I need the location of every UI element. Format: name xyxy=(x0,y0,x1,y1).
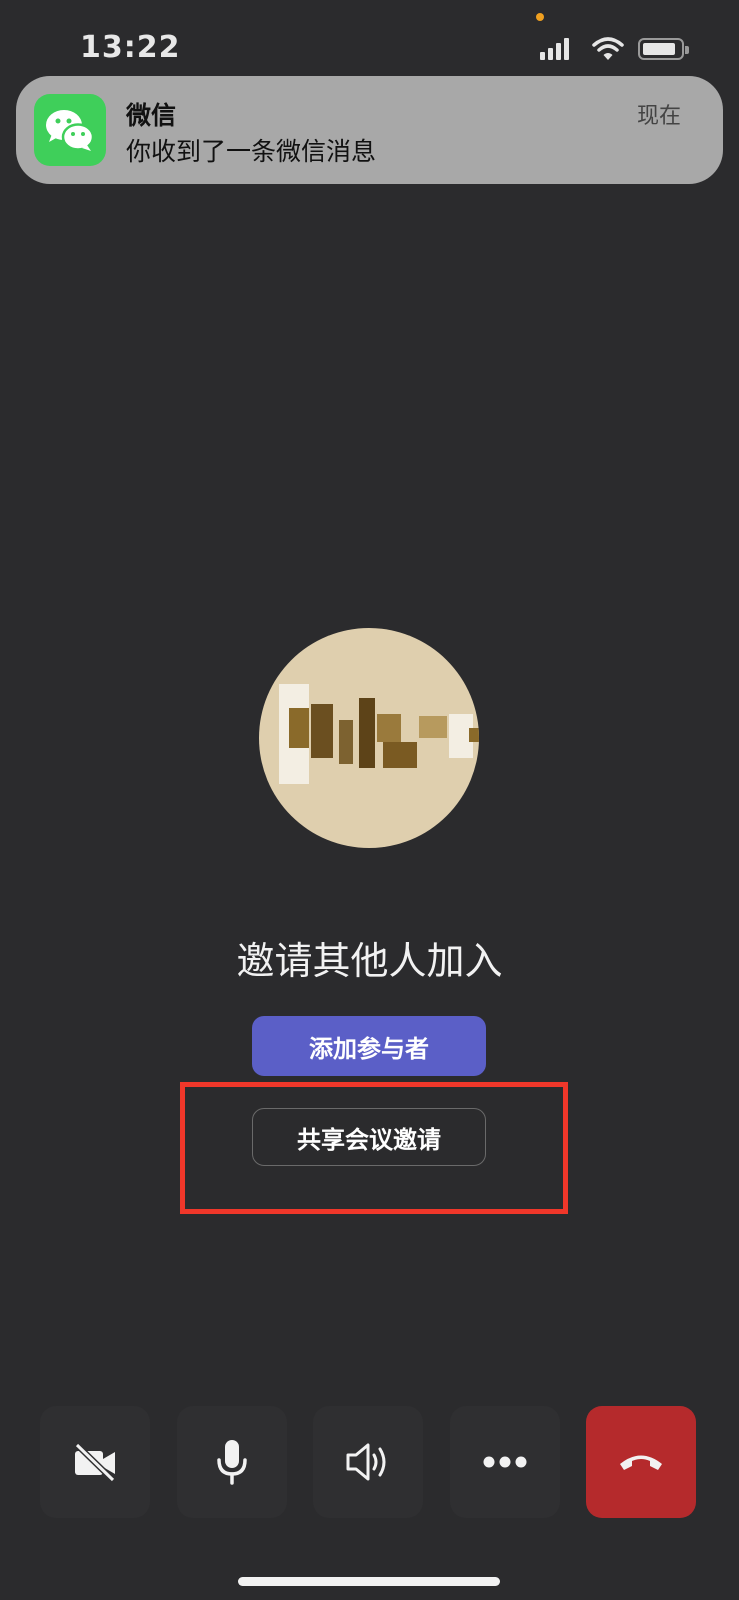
wechat-notification-banner[interactable]: 微信 你收到了一条微信消息 现在 xyxy=(16,76,723,184)
microphone-toggle-button[interactable] xyxy=(177,1406,287,1518)
notification-time: 现在 xyxy=(636,104,681,129)
more-options-button[interactable] xyxy=(450,1406,560,1518)
camera-toggle-button[interactable] xyxy=(40,1406,150,1518)
microphone-icon xyxy=(217,1440,247,1485)
speaker-icon xyxy=(346,1443,386,1481)
annotation-highlight-box xyxy=(180,1082,568,1214)
privacy-indicator-dot xyxy=(536,13,544,21)
participant-avatar xyxy=(259,628,479,848)
camera-off-icon xyxy=(74,1442,116,1482)
home-indicator[interactable] xyxy=(238,1577,500,1586)
wifi-icon xyxy=(592,37,624,60)
notification-message: 你收到了一条微信消息 xyxy=(126,137,377,166)
status-bar: 13:22 xyxy=(0,0,739,80)
more-icon xyxy=(483,1456,527,1468)
cellular-signal-icon xyxy=(540,38,570,60)
hang-up-icon xyxy=(620,1455,662,1470)
invite-others-title: 邀请其他人加入 xyxy=(236,939,503,983)
status-time: 13:22 xyxy=(80,30,181,65)
hang-up-button[interactable] xyxy=(586,1406,696,1518)
speaker-button[interactable] xyxy=(313,1406,423,1518)
notification-app-name: 微信 xyxy=(126,101,177,130)
battery-icon xyxy=(638,38,689,60)
add-participants-button[interactable]: 添加参与者 xyxy=(252,1016,486,1076)
wechat-icon xyxy=(34,94,106,166)
